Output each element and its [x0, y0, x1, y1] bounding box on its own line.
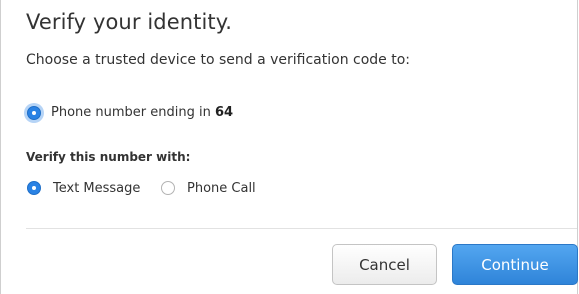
- cancel-button[interactable]: Cancel: [332, 244, 437, 285]
- device-option-label[interactable]: Phone number ending in 64: [51, 105, 233, 120]
- text-message-label[interactable]: Text Message: [53, 181, 140, 196]
- phone-call-radio-button[interactable]: [161, 181, 175, 195]
- device-radio-button[interactable]: [27, 106, 41, 120]
- verify-method-heading: Verify this number with:: [26, 150, 191, 164]
- dialog-title: Verify your identity.: [26, 10, 233, 34]
- continue-button[interactable]: Continue: [452, 244, 578, 285]
- device-label-digits: 64: [215, 105, 234, 120]
- phone-call-label[interactable]: Phone Call: [187, 181, 256, 196]
- verify-identity-dialog: Verify your identity. Choose a trusted d…: [0, 0, 578, 294]
- dialog-subtitle: Choose a trusted device to send a verifi…: [26, 52, 410, 68]
- dialog-divider: [26, 228, 577, 229]
- device-label-prefix: Phone number ending in: [51, 105, 211, 120]
- text-message-radio-button[interactable]: [27, 181, 41, 195]
